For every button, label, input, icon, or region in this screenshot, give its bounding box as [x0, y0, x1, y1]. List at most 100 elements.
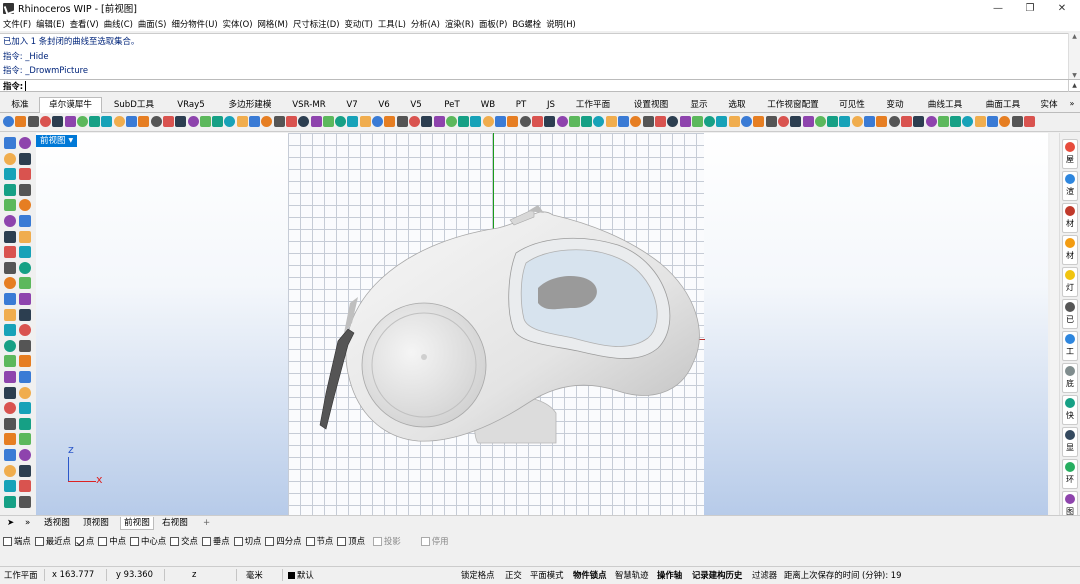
toolbar-tool-icon[interactable]: [593, 116, 605, 127]
maximize-button[interactable]: ❐: [1012, 0, 1048, 16]
toolbar-tool-icon[interactable]: [408, 116, 420, 127]
left-tool-icon[interactable]: [4, 168, 16, 181]
menu-item-7[interactable]: 网格(M): [258, 18, 289, 30]
osnap-option[interactable]: 节点: [305, 535, 333, 547]
left-tool-icon[interactable]: [4, 183, 16, 196]
tab-13[interactable]: 工作平面: [566, 98, 620, 112]
left-tool-icon[interactable]: [4, 324, 16, 337]
toolbar-tool-icon[interactable]: [925, 116, 937, 127]
toolbar-tool-icon[interactable]: [987, 116, 998, 127]
panel-tab-10[interactable]: 环: [1062, 459, 1078, 489]
toolbar-tool-icon[interactable]: [470, 116, 482, 127]
left-tool-icon[interactable]: [4, 417, 16, 430]
menu-item-15[interactable]: 说明(H): [546, 18, 576, 30]
status-smarttrack[interactable]: 智慧轨迹: [615, 569, 649, 581]
panel-tab-2[interactable]: 材: [1062, 203, 1078, 233]
status-cplane[interactable]: 工作平面: [4, 569, 38, 581]
panel-tab-7[interactable]: 底: [1062, 363, 1078, 393]
toolbar-tool-icon[interactable]: [175, 116, 187, 127]
toolbar-tool-icon[interactable]: [581, 116, 593, 127]
left-tool-icon[interactable]: [19, 495, 31, 508]
toolbar-tool-icon[interactable]: [261, 116, 273, 127]
tab-overflow-icon[interactable]: »: [1066, 98, 1078, 110]
osnap-option[interactable]: 投影: [373, 535, 401, 547]
toolbar-tool-icon[interactable]: [691, 116, 703, 127]
panel-tab-6[interactable]: 工: [1062, 331, 1078, 361]
left-tool-icon[interactable]: [19, 277, 31, 290]
osnap-option[interactable]: 切点: [233, 535, 261, 547]
toolbar-tool-icon[interactable]: [741, 116, 752, 127]
menu-item-0[interactable]: 文件(F): [3, 18, 31, 30]
toolbar-tool-icon[interactable]: [495, 116, 506, 127]
toolbar-tool-icon[interactable]: [285, 116, 297, 127]
toolbar-tool-icon[interactable]: [937, 116, 949, 127]
toolbar-tool-icon[interactable]: [15, 116, 27, 127]
left-tool-icon[interactable]: [4, 402, 16, 415]
toolbar-tool-icon[interactable]: [777, 116, 789, 127]
tab-4[interactable]: 多边形建模: [218, 98, 282, 112]
status-layer[interactable]: 默认: [288, 569, 314, 581]
status-history[interactable]: 记录建构历史: [692, 569, 742, 581]
left-tool-icon[interactable]: [19, 199, 31, 212]
viewport-label[interactable]: 前视图 ▼: [36, 135, 78, 147]
toolbar-tool-icon[interactable]: [704, 116, 716, 127]
panel-tab-1[interactable]: 渲: [1062, 171, 1078, 201]
toolbar-tool-icon[interactable]: [27, 116, 39, 127]
osnap-checkbox[interactable]: [265, 536, 275, 546]
toolbar-tool-icon[interactable]: [519, 116, 531, 127]
menu-item-6[interactable]: 实体(O): [223, 18, 253, 30]
menu-item-4[interactable]: 曲面(S): [138, 18, 167, 30]
toolbar-tool-icon[interactable]: [962, 116, 974, 127]
left-tool-icon[interactable]: [4, 433, 16, 446]
view-tab-0[interactable]: 透视图: [41, 517, 73, 530]
osnap-checkbox[interactable]: [34, 536, 44, 546]
panel-tab-9[interactable]: 显: [1062, 427, 1078, 457]
toolbar-tool-icon[interactable]: [876, 116, 888, 127]
tab-20[interactable]: 曲线工具: [918, 98, 972, 112]
toolbar-tool-icon[interactable]: [802, 116, 814, 127]
left-tool-icon[interactable]: [19, 417, 31, 430]
toolbar-tool-icon[interactable]: [531, 116, 543, 127]
menu-item-14[interactable]: BG螺栓: [512, 18, 541, 30]
osnap-option[interactable]: 中心点: [130, 535, 166, 547]
toolbar-tool-icon[interactable]: [814, 116, 826, 127]
panel-tab-3[interactable]: 材: [1062, 235, 1078, 265]
toolbar-tool-icon[interactable]: [396, 116, 408, 127]
toolbar-tool-icon[interactable]: [64, 116, 76, 127]
dog-leash-model[interactable]: [288, 133, 704, 515]
toolbar-tool-icon[interactable]: [212, 116, 224, 127]
toolbar-tool-icon[interactable]: [273, 116, 285, 127]
toolbar-tool-icon[interactable]: [187, 116, 199, 127]
menu-item-11[interactable]: 分析(A): [411, 18, 440, 30]
osnap-checkbox[interactable]: [305, 536, 315, 546]
toolbar-tool-icon[interactable]: [765, 116, 777, 127]
tab-8[interactable]: V5: [401, 98, 431, 112]
toolbar-tool-icon[interactable]: [618, 116, 629, 127]
toolbar-tool-icon[interactable]: [310, 116, 322, 127]
toolbar-tool-icon[interactable]: [605, 116, 617, 127]
osnap-checkbox[interactable]: [130, 536, 139, 546]
left-tool-icon[interactable]: [4, 246, 16, 259]
left-tool-icon[interactable]: [19, 339, 31, 352]
toolbar-tool-icon[interactable]: [335, 116, 347, 127]
status-gumball[interactable]: 操作轴: [657, 569, 682, 581]
toolbar-tool-icon[interactable]: [999, 116, 1011, 127]
toolbar-tool-icon[interactable]: [1011, 116, 1023, 127]
toolbar-tool-icon[interactable]: [950, 116, 962, 127]
left-tool-icon[interactable]: [4, 199, 16, 212]
menu-item-9[interactable]: 变动(T): [345, 18, 373, 30]
tab-2[interactable]: SubD工具: [104, 98, 164, 112]
tab-16[interactable]: 选取: [719, 98, 755, 112]
close-button[interactable]: ✕: [1044, 0, 1080, 16]
toolbar-tool-icon[interactable]: [544, 116, 556, 127]
toolbar-tool-icon[interactable]: [113, 116, 125, 127]
toolbar-tool-icon[interactable]: [630, 116, 642, 127]
toolbar-tool-icon[interactable]: [384, 116, 396, 127]
left-tool-icon[interactable]: [19, 308, 31, 321]
panel-tab-4[interactable]: 灯: [1062, 267, 1078, 297]
left-tool-icon[interactable]: [19, 464, 31, 477]
left-tool-icon[interactable]: [19, 246, 31, 259]
left-tool-icon[interactable]: [19, 480, 31, 493]
menu-item-3[interactable]: 曲线(C): [104, 18, 133, 30]
left-tool-icon[interactable]: [19, 230, 31, 243]
